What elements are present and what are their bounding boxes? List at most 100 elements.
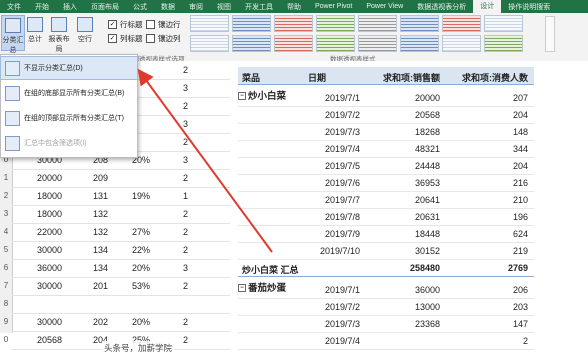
- banded-rows-checkbox[interactable]: 镶边行: [146, 17, 184, 31]
- ribbon-tab[interactable]: 开发工具: [238, 2, 280, 12]
- cell[interactable]: 20631: [364, 212, 440, 222]
- ribbon-tab[interactable]: 文件: [0, 2, 28, 12]
- cell[interactable]: 27%: [120, 227, 150, 237]
- cell[interactable]: 2019/7/6: [308, 178, 360, 188]
- row-number[interactable]: 0: [0, 335, 12, 344]
- cell[interactable]: 30000: [22, 245, 62, 255]
- ribbon-tab[interactable]: 设计: [473, 0, 502, 13]
- style-swatch[interactable]: [316, 35, 355, 52]
- cell[interactable]: 219: [444, 246, 528, 256]
- cell[interactable]: 36953: [364, 178, 440, 188]
- cell[interactable]: 48321: [364, 144, 440, 154]
- cell[interactable]: 2019/7/2: [308, 302, 360, 312]
- cell[interactable]: 23368: [364, 319, 440, 329]
- row-number[interactable]: 2: [0, 191, 12, 200]
- ribbon-tab[interactable]: 数据: [154, 2, 182, 12]
- cell[interactable]: 20568: [364, 110, 440, 120]
- grand-totals-button[interactable]: 总计: [24, 15, 46, 49]
- cell[interactable]: 20641: [364, 195, 440, 205]
- row-number[interactable]: 3: [0, 209, 12, 218]
- ribbon-tab[interactable]: 操作说明搜索: [501, 2, 557, 12]
- cell[interactable]: 2: [172, 335, 188, 345]
- cell[interactable]: 196: [444, 212, 528, 222]
- ribbon-tab[interactable]: 开始: [28, 2, 56, 12]
- cell[interactable]: 19%: [120, 191, 150, 201]
- row-headers-checkbox[interactable]: ✓ 行标题: [108, 17, 146, 31]
- cell[interactable]: 148: [444, 127, 528, 137]
- cell[interactable]: 36000: [364, 285, 440, 295]
- cell[interactable]: 216: [444, 178, 528, 188]
- row-number[interactable]: 8: [0, 299, 12, 308]
- cell[interactable]: 203: [444, 302, 528, 312]
- ribbon-tab[interactable]: Power View: [359, 3, 410, 10]
- blank-rows-button[interactable]: 空行: [74, 15, 96, 49]
- style-swatch[interactable]: [190, 15, 229, 32]
- cell[interactable]: 2: [172, 245, 188, 255]
- cell[interactable]: 2019/7/10: [308, 246, 360, 256]
- cell[interactable]: 2: [444, 336, 528, 346]
- cell[interactable]: 53%: [120, 281, 150, 291]
- style-swatch[interactable]: [358, 15, 397, 32]
- cell[interactable]: 1: [172, 191, 188, 201]
- style-swatch[interactable]: [232, 35, 271, 52]
- cell[interactable]: 344: [444, 144, 528, 154]
- ribbon-tab[interactable]: Power Pivot: [308, 3, 359, 10]
- cell[interactable]: 132: [72, 209, 108, 219]
- cell[interactable]: 2: [172, 281, 188, 291]
- cell[interactable]: 36000: [22, 263, 62, 273]
- style-swatch[interactable]: [274, 15, 313, 32]
- cell[interactable]: 20568: [22, 335, 62, 345]
- cell[interactable]: 18448: [364, 229, 440, 239]
- row-number[interactable]: 9: [0, 317, 12, 326]
- cell[interactable]: 2019/7/7: [308, 195, 360, 205]
- cell[interactable]: 2: [172, 227, 188, 237]
- cell[interactable]: 2019/7/5: [308, 161, 360, 171]
- row-number[interactable]: 7: [0, 281, 12, 290]
- cell[interactable]: 20000: [364, 93, 440, 103]
- style-swatch[interactable]: [442, 35, 481, 52]
- ribbon-tab[interactable]: 公式: [126, 2, 154, 12]
- style-swatch[interactable]: [190, 35, 229, 52]
- style-swatch[interactable]: [358, 35, 397, 52]
- ribbon-tab[interactable]: 帮助: [280, 2, 308, 12]
- style-swatch[interactable]: [400, 15, 439, 32]
- menu-item[interactable]: 不显示分类汇总(D): [0, 56, 138, 80]
- style-swatch[interactable]: [484, 35, 523, 52]
- cell[interactable]: 204: [444, 110, 528, 120]
- cell[interactable]: 13000: [364, 302, 440, 312]
- cell[interactable]: 18000: [22, 209, 62, 219]
- cell[interactable]: 3: [172, 155, 188, 165]
- cell[interactable]: 202: [72, 317, 108, 327]
- cell[interactable]: 134: [72, 263, 108, 273]
- cell[interactable]: 3: [172, 263, 188, 273]
- cell[interactable]: 22%: [120, 245, 150, 255]
- cell[interactable]: 210: [444, 195, 528, 205]
- cell[interactable]: 2019/7/4: [308, 336, 360, 346]
- cell[interactable]: 2019/7/9: [308, 229, 360, 239]
- cell[interactable]: 624: [444, 229, 528, 239]
- cell[interactable]: 2: [172, 65, 188, 75]
- menu-item[interactable]: 在组的顶部显示所有分类汇总(T): [1, 107, 137, 129]
- row-number[interactable]: 4: [0, 227, 12, 236]
- cell[interactable]: 2: [172, 173, 188, 183]
- cell[interactable]: 30000: [22, 317, 62, 327]
- style-swatch[interactable]: [316, 15, 355, 32]
- cell[interactable]: 18000: [22, 191, 62, 201]
- cell[interactable]: 207: [444, 93, 528, 103]
- report-layout-button[interactable]: 报表布局: [48, 15, 70, 53]
- cell[interactable]: 2019/7/2: [308, 110, 360, 120]
- cell[interactable]: 2: [172, 137, 188, 147]
- cell[interactable]: 2019/7/1: [308, 93, 360, 103]
- cell[interactable]: 131: [72, 191, 108, 201]
- style-swatch[interactable]: [274, 35, 313, 52]
- cell[interactable]: 2019/7/3: [308, 319, 360, 329]
- cell[interactable]: 20%: [120, 263, 150, 273]
- row-number[interactable]: 6: [0, 263, 12, 272]
- cell[interactable]: 2019/7/3: [308, 127, 360, 137]
- cell[interactable]: 24448: [364, 161, 440, 171]
- banded-columns-checkbox[interactable]: 镶边列: [146, 31, 184, 45]
- cell[interactable]: 2019/7/8: [308, 212, 360, 222]
- menu-item[interactable]: 在组的底部显示所有分类汇总(B): [1, 82, 137, 104]
- cell[interactable]: 204: [444, 161, 528, 171]
- cell[interactable]: 206: [444, 285, 528, 295]
